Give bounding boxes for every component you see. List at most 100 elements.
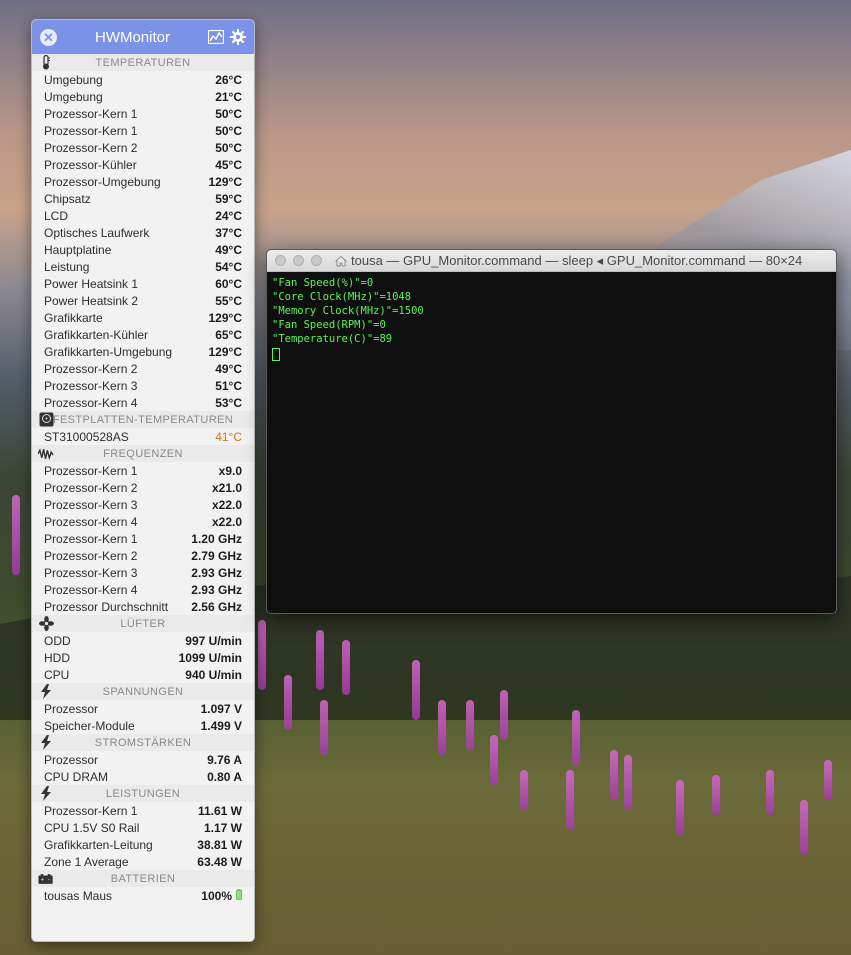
wallpaper-flower	[258, 620, 266, 690]
svg-text:-: -	[48, 876, 50, 883]
sensor-row[interactable]: HDD 1099 U/min	[32, 649, 254, 666]
sensor-row[interactable]: Prozessor-Kern 1 1.20 GHz	[32, 530, 254, 547]
zoom-window-button[interactable]	[311, 255, 322, 266]
sensor-row[interactable]: Prozessor-Kühler 45°C	[32, 156, 254, 173]
sensor-row[interactable]: Prozessor-Umgebung 129°C	[32, 173, 254, 190]
sensor-row[interactable]: tousas Maus 100%	[32, 887, 254, 904]
minimize-window-button[interactable]	[293, 255, 304, 266]
sensor-value: 1.097 V	[200, 701, 242, 716]
sensor-row[interactable]: Prozessor-Kern 2 50°C	[32, 139, 254, 156]
sensor-value: 50°C	[215, 123, 242, 138]
sensor-row[interactable]: Power Heatsink 1 60°C	[32, 275, 254, 292]
sensor-row[interactable]: ST31000528AS 41°C	[32, 428, 254, 445]
sensor-row[interactable]: Prozessor-Kern 1 50°C	[32, 105, 254, 122]
sensor-label: HDD	[44, 650, 70, 665]
sensor-label: ST31000528AS	[44, 429, 129, 444]
sensor-label: Prozessor-Kern 3	[44, 565, 138, 580]
sensor-value: x21.0	[211, 480, 242, 495]
sensor-value: 50°C	[215, 106, 242, 121]
lightning-icon	[38, 735, 54, 750]
sensor-value: 1.20 GHz	[191, 531, 242, 546]
close-button[interactable]: ✕	[40, 28, 57, 46]
sensor-row[interactable]: Zone 1 Average 63.48 W	[32, 853, 254, 870]
sensor-row[interactable]: LCD 24°C	[32, 207, 254, 224]
sensor-row[interactable]: Prozessor-Kern 3 2.93 GHz	[32, 564, 254, 581]
wallpaper-flower	[676, 780, 684, 835]
sensor-row[interactable]: Power Heatsink 2 55°C	[32, 292, 254, 309]
sensor-row[interactable]: ODD 997 U/min	[32, 632, 254, 649]
sensor-row[interactable]: CPU 940 U/min	[32, 666, 254, 683]
wallpaper-flower	[466, 700, 474, 750]
gear-icon[interactable]	[230, 29, 246, 45]
sensor-row[interactable]: Prozessor-Kern 4 53°C	[32, 394, 254, 411]
sensor-value: 21°C	[215, 89, 242, 104]
sensor-row[interactable]: Prozessor-Kern 2 2.79 GHz	[32, 547, 254, 564]
terminal-output[interactable]: "Fan Speed(%)"=0 "Core Clock(MHz)"=1048 "M…	[267, 272, 836, 369]
sensor-value: 129°C	[208, 344, 243, 359]
graph-icon[interactable]	[208, 30, 224, 44]
wallpaper-flower	[284, 675, 292, 730]
sensor-row[interactable]: Speicher-Module 1.499 V	[32, 717, 254, 734]
sensor-value: 53°C	[215, 395, 242, 410]
terminal-line: "Temperature(C)"=89	[272, 333, 393, 345]
section-title: FREQUENZEN	[103, 447, 183, 460]
terminal-line: "Core Clock(MHz)"=1048	[272, 291, 412, 303]
sensor-row[interactable]: Prozessor-Kern 2 49°C	[32, 360, 254, 377]
sensor-label: Prozessor-Kern 4	[44, 582, 138, 597]
terminal-window: tousa — GPU_Monitor.command — sleep ◂ GP…	[266, 249, 837, 614]
sensor-row[interactable]: Prozessor-Kern 3 51°C	[32, 377, 254, 394]
sensor-value: 129°C	[208, 310, 243, 325]
terminal-line: "Fan Speed(%)"=0	[272, 277, 374, 289]
sensor-row[interactable]: Prozessor Durchschnitt 2.56 GHz	[32, 598, 254, 615]
section-title: STROMSTÄRKEN	[94, 736, 192, 749]
battery-level-icon	[236, 888, 242, 903]
sensor-row[interactable]: Chipsatz 59°C	[32, 190, 254, 207]
sensor-row[interactable]: Hauptplatine 49°C	[32, 241, 254, 258]
sensor-label: Umgebung	[44, 89, 103, 104]
sensor-label: Grafikkarte	[44, 310, 103, 325]
window-title: HWMonitor	[94, 28, 170, 46]
waveform-icon	[38, 446, 54, 461]
sensor-value: 1.499 V	[200, 718, 242, 733]
sensor-label: Grafikkarten-Leitung	[44, 837, 153, 852]
sensor-row[interactable]: Prozessor-Kern 1 x9.0	[32, 462, 254, 479]
sensor-value: 2.93 GHz	[191, 565, 242, 580]
sensor-label: Prozessor-Kern 1	[44, 803, 138, 818]
sensor-row[interactable]: CPU DRAM 0.80 A	[32, 768, 254, 785]
lightning-icon	[38, 684, 54, 699]
sensor-row[interactable]: Prozessor-Kern 4 2.93 GHz	[32, 581, 254, 598]
close-window-button[interactable]	[275, 255, 286, 266]
sensor-row[interactable]: Grafikkarte 129°C	[32, 309, 254, 326]
sensor-row[interactable]: Prozessor-Kern 1 11.61 W	[32, 802, 254, 819]
sensor-row[interactable]: Grafikkarten-Kühler 65°C	[32, 326, 254, 343]
sensor-row[interactable]: Prozessor-Kern 1 50°C	[32, 122, 254, 139]
close-icon: ✕	[43, 29, 54, 45]
sensor-label: Prozessor-Kühler	[44, 157, 137, 172]
sensor-label: CPU 1.5V S0 Rail	[44, 820, 140, 835]
sensor-row[interactable]: Grafikkarten-Leitung 38.81 W	[32, 836, 254, 853]
hwmonitor-titlebar: ✕ HWMonitor	[32, 20, 254, 54]
sensor-row[interactable]: Umgebung 26°C	[32, 71, 254, 88]
sensor-label: Prozessor-Kern 2	[44, 361, 138, 376]
sensor-row[interactable]: Prozessor-Kern 4 x22.0	[32, 513, 254, 530]
sensor-row[interactable]: Optisches Laufwerk 37°C	[32, 224, 254, 241]
sensor-label: Prozessor-Umgebung	[44, 174, 161, 189]
sensor-row[interactable]: Leistung 54°C	[32, 258, 254, 275]
sensor-row[interactable]: Umgebung 21°C	[32, 88, 254, 105]
sensor-row[interactable]: CPU 1.5V S0 Rail 1.17 W	[32, 819, 254, 836]
terminal-titlebar: tousa — GPU_Monitor.command — sleep ◂ GP…	[267, 250, 836, 272]
sensor-row[interactable]: Prozessor 1.097 V	[32, 700, 254, 717]
sensor-label: CPU DRAM	[44, 769, 109, 784]
sensor-row[interactable]: Prozessor 9.76 A	[32, 751, 254, 768]
sensor-label: Zone 1 Average	[44, 854, 129, 869]
wallpaper-flower	[572, 710, 580, 765]
wallpaper-flower	[490, 735, 498, 785]
sensor-label: Optisches Laufwerk	[44, 225, 150, 240]
sensor-value: 940 U/min	[185, 667, 242, 682]
sensor-label: Grafikkarten-Umgebung	[44, 344, 173, 359]
wallpaper-flower	[712, 775, 720, 815]
sensor-row[interactable]: Prozessor-Kern 3 x22.0	[32, 496, 254, 513]
sensor-row[interactable]: Prozessor-Kern 2 x21.0	[32, 479, 254, 496]
sensor-label: Prozessor-Kern 2	[44, 548, 138, 563]
sensor-row[interactable]: Grafikkarten-Umgebung 129°C	[32, 343, 254, 360]
